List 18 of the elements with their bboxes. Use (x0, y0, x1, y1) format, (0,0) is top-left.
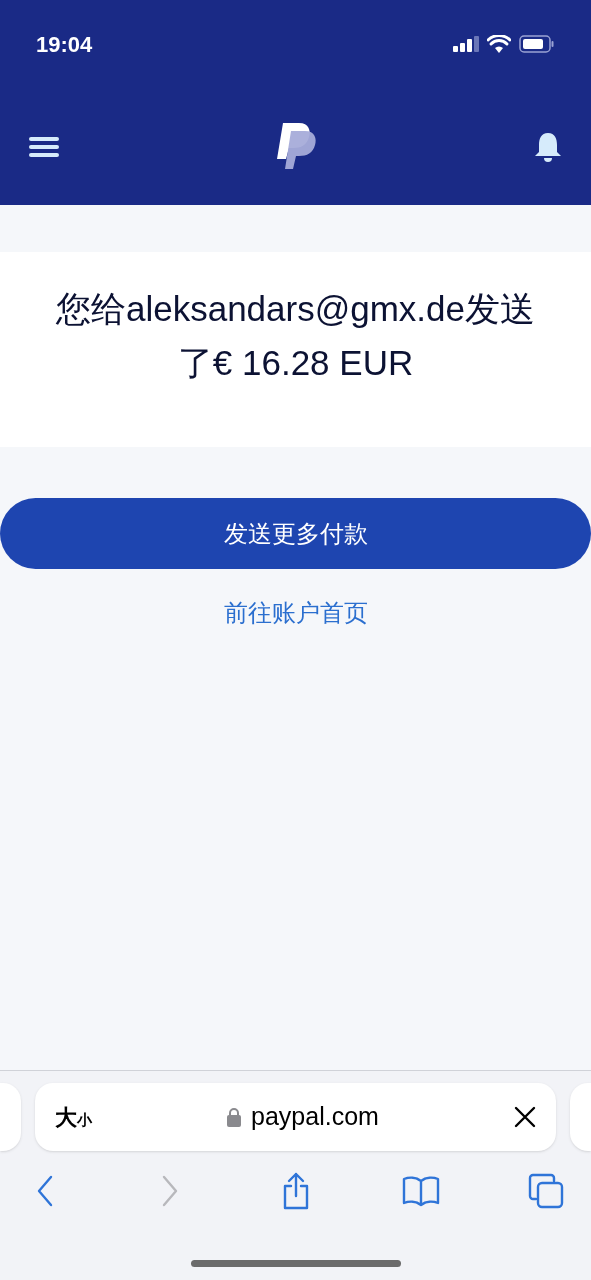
close-icon[interactable] (514, 1106, 536, 1128)
wifi-icon (487, 35, 511, 53)
notification-bell-icon[interactable] (534, 130, 562, 163)
status-time: 19:04 (36, 30, 93, 59)
adjacent-tab-card (0, 1083, 21, 1151)
battery-icon (519, 35, 555, 53)
send-more-button[interactable]: 发送更多付款 (0, 498, 591, 569)
adjacent-tab-card (570, 1083, 591, 1151)
lock-icon (227, 1107, 242, 1127)
signal-icon (453, 36, 479, 52)
address-bar[interactable]: 大小 paypal.com (35, 1083, 556, 1151)
text-size-button[interactable]: 大小 (55, 1100, 92, 1134)
logo-icon (276, 122, 317, 171)
account-home-link[interactable]: 前往账户首页 (223, 595, 368, 631)
back-icon[interactable] (35, 1174, 55, 1208)
menu-icon[interactable] (29, 134, 59, 159)
url-text: paypal.com (251, 1101, 379, 1133)
confirmation-message: 您给aleksandars@gmx.de发送了€ 16.28 EUR (55, 288, 536, 384)
